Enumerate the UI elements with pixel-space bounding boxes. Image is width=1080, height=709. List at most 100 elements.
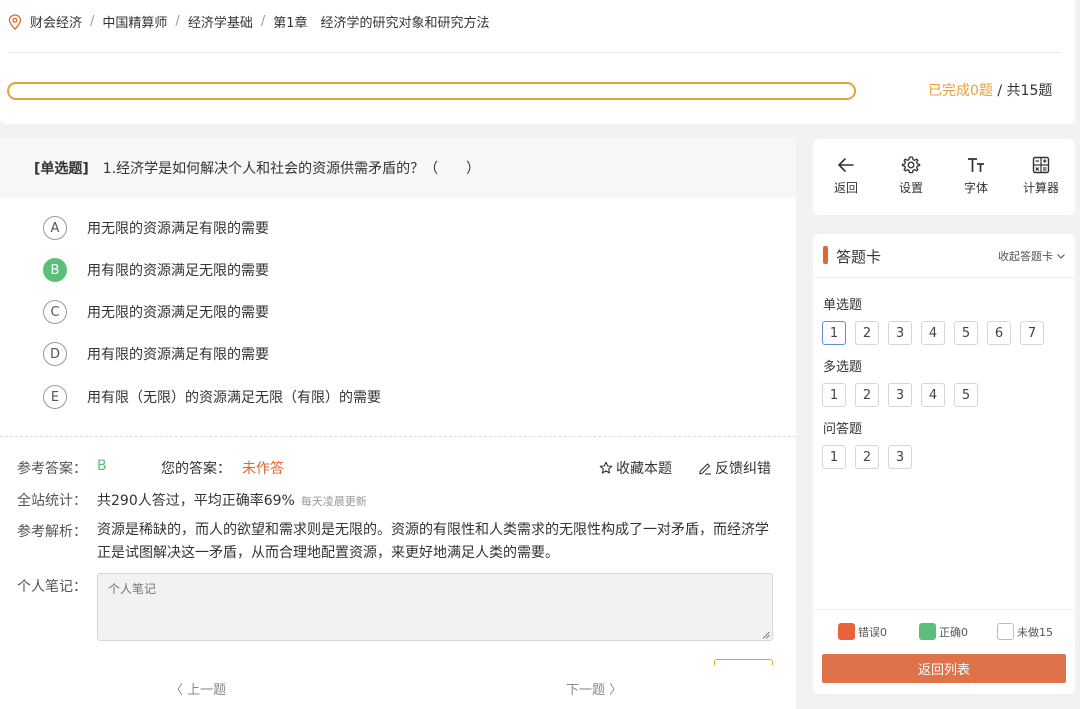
progress-total: / 共15题 bbox=[997, 83, 1053, 99]
stats-value: 共290人答过，平均正确率69% bbox=[97, 493, 295, 509]
question-number-button[interactable]: 5 bbox=[954, 321, 978, 345]
section-title-essay: 问答题 bbox=[823, 422, 863, 437]
legend-right: 正确0 bbox=[919, 623, 968, 640]
question-number-button[interactable]: 1 bbox=[822, 321, 846, 345]
favorite-label: 收藏本题 bbox=[616, 461, 672, 477]
option-d-circle[interactable]: D bbox=[43, 342, 67, 366]
next-question-button[interactable]: 下一题 〉 bbox=[566, 679, 622, 698]
question-number-button[interactable]: 2 bbox=[855, 321, 879, 345]
question-header: [单选题] 1.经济学是如何解决个人和社会的资源供需矛盾的？（ ） bbox=[0, 138, 796, 198]
stats-note: 每天凌晨更新 bbox=[300, 495, 367, 508]
notes-textarea[interactable] bbox=[97, 573, 773, 641]
tools-panel: 返回 设置 字体 计算器 bbox=[813, 139, 1075, 215]
back-label: 返回 bbox=[833, 181, 858, 195]
calculator-label: 计算器 bbox=[1022, 181, 1059, 195]
question-number-button[interactable]: 2 bbox=[855, 383, 879, 407]
breadcrumb-item-economics[interactable]: 经济学基础 bbox=[188, 12, 253, 31]
progress-bar bbox=[7, 82, 856, 100]
question-number-button[interactable]: 5 bbox=[954, 383, 978, 407]
question-number-button[interactable]: 2 bbox=[855, 445, 879, 469]
save-note-button[interactable] bbox=[714, 659, 773, 665]
chevron-left-icon: 〈 bbox=[170, 683, 188, 698]
breadcrumb-item-chapter: 第1章 经济学的研究对象和研究方法 bbox=[273, 16, 490, 31]
resize-grip-icon[interactable] bbox=[762, 631, 770, 639]
legend-right-label: 正确0 bbox=[939, 625, 968, 639]
essay-numbers: 1 2 3 bbox=[822, 445, 921, 469]
divider bbox=[8, 52, 1061, 53]
stats-row: 全站统计： 共290人答过，平均正确率69% 每天凌晨更新 bbox=[17, 490, 367, 510]
answer-row: 参考答案： B 您的答案： 未作答 收藏本题 反馈纠错 bbox=[17, 458, 777, 478]
legend-undone: 未做15 bbox=[997, 623, 1053, 640]
breadcrumb-separator: / bbox=[260, 14, 266, 29]
option-a-text: 用无限的资源满足有限的需要 bbox=[87, 221, 269, 237]
top-card: 财会经济 / 中国精算师 / 经济学基础 / 第1章 经济学的研究对象和研究方法… bbox=[0, 0, 1075, 124]
calculator-button[interactable]: 计算器 bbox=[1016, 155, 1066, 196]
legend-wrong: 错误0 bbox=[838, 623, 887, 640]
stats-label: 全站统计： bbox=[17, 493, 87, 509]
back-button[interactable]: 返回 bbox=[821, 155, 871, 196]
breadcrumb-separator: / bbox=[175, 14, 180, 29]
font-button[interactable]: 字体 bbox=[951, 155, 1001, 196]
multi-choice-numbers: 1 2 3 4 5 bbox=[822, 383, 987, 407]
progress-text: 已完成0题 / 共15题 bbox=[928, 80, 1052, 100]
question-number-button[interactable]: 4 bbox=[921, 321, 945, 345]
star-icon bbox=[599, 461, 613, 474]
arrow-left-icon bbox=[838, 158, 854, 172]
notes-label: 个人笔记： bbox=[17, 579, 87, 595]
prev-label: 上一题 bbox=[187, 683, 227, 698]
section-title-multi: 多选题 bbox=[823, 360, 863, 375]
right-swatch bbox=[919, 623, 936, 640]
feedback-label: 反馈纠错 bbox=[715, 461, 771, 477]
question-panel: [单选题] 1.经济学是如何解决个人和社会的资源供需矛盾的？（ ） A 用无限的… bbox=[0, 138, 796, 709]
option-c-circle[interactable]: C bbox=[43, 300, 67, 324]
option-d[interactable]: D 用有限的资源满足有限的需要 bbox=[43, 342, 269, 366]
option-d-text: 用有限的资源满足有限的需要 bbox=[87, 347, 269, 363]
wrong-swatch bbox=[838, 623, 855, 640]
analysis-label: 参考解析： bbox=[17, 524, 87, 540]
question-number-button[interactable]: 3 bbox=[888, 321, 912, 345]
option-e-circle[interactable]: E bbox=[43, 385, 67, 409]
return-list-button[interactable]: 返回列表 bbox=[822, 654, 1066, 683]
option-c[interactable]: C 用无限的资源满足无限的需要 bbox=[43, 300, 269, 324]
progress-completed: 已完成0题 bbox=[928, 83, 993, 99]
option-b-text: 用有限的资源满足无限的需要 bbox=[87, 263, 269, 279]
breadcrumb: 财会经济 / 中国精算师 / 经济学基础 / 第1章 经济学的研究对象和研究方法 bbox=[8, 12, 490, 31]
answer-card: 答题卡 收起答题卡 单选题 1 2 3 4 5 6 7 多选题 1 2 3 4 … bbox=[813, 234, 1075, 694]
chevron-right-icon: 〉 bbox=[605, 683, 623, 698]
calculator-icon bbox=[1032, 156, 1050, 174]
question-number-button[interactable]: 1 bbox=[822, 445, 846, 469]
question-number-button[interactable]: 7 bbox=[1020, 321, 1044, 345]
option-b-circle[interactable]: B bbox=[43, 258, 67, 282]
collapse-card-button[interactable]: 收起答题卡 bbox=[998, 248, 1066, 264]
question-number-button[interactable]: 3 bbox=[888, 445, 912, 469]
option-b[interactable]: B 用有限的资源满足无限的需要 bbox=[43, 258, 269, 282]
font-size-icon bbox=[968, 158, 984, 172]
gear-icon bbox=[901, 156, 921, 174]
question-number-button[interactable]: 3 bbox=[888, 383, 912, 407]
settings-button[interactable]: 设置 bbox=[886, 155, 936, 196]
breadcrumb-separator: / bbox=[90, 14, 95, 29]
question-number-button[interactable]: 6 bbox=[987, 321, 1011, 345]
legend-wrong-label: 错误0 bbox=[858, 625, 887, 639]
option-c-text: 用无限的资源满足无限的需要 bbox=[87, 305, 269, 321]
dashed-divider bbox=[0, 436, 796, 437]
option-e[interactable]: E 用有限（无限）的资源满足无限（有限）的需要 bbox=[43, 385, 381, 409]
option-a-circle[interactable]: A bbox=[43, 216, 67, 240]
question-number-button[interactable]: 1 bbox=[822, 383, 846, 407]
undone-swatch bbox=[997, 623, 1014, 640]
collapse-card-label: 收起答题卡 bbox=[998, 250, 1053, 263]
question-number-button[interactable]: 4 bbox=[921, 383, 945, 407]
prev-question-button[interactable]: 〈 上一题 bbox=[170, 679, 226, 698]
reference-answer-label: 参考答案： bbox=[17, 461, 87, 477]
answer-card-header: 答题卡 收起答题卡 bbox=[813, 234, 1075, 278]
question-type: [单选题] bbox=[34, 161, 89, 177]
favorite-button[interactable]: 收藏本题 bbox=[599, 458, 672, 478]
option-a[interactable]: A 用无限的资源满足有限的需要 bbox=[43, 216, 269, 240]
pencil-icon bbox=[699, 463, 711, 475]
font-label: 字体 bbox=[963, 181, 988, 195]
breadcrumb-item-actuary[interactable]: 中国精算师 bbox=[102, 12, 167, 31]
breadcrumb-item-finance[interactable]: 财会经济 bbox=[30, 12, 82, 31]
answer-card-accent-bar bbox=[823, 246, 828, 264]
legend-undone-label: 未做15 bbox=[1017, 625, 1053, 639]
feedback-button[interactable]: 反馈纠错 bbox=[698, 458, 771, 478]
